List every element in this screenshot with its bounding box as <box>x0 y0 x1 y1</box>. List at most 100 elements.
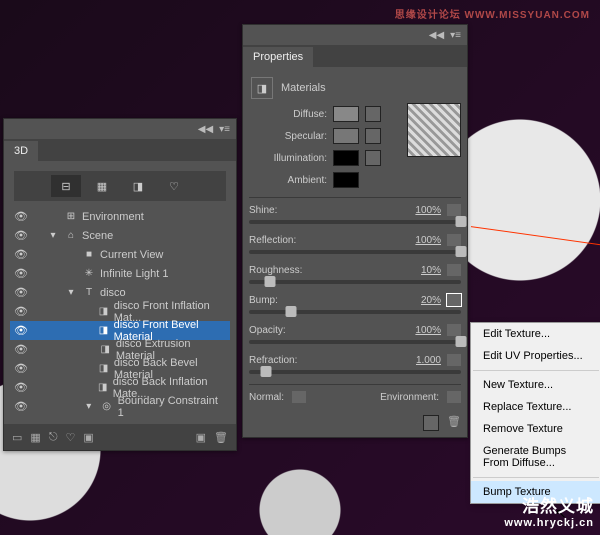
link-icon[interactable]: ⎋ <box>49 431 58 444</box>
render-icon[interactable]: ▣ <box>196 431 206 444</box>
tree-item[interactable]: 👁▾⌂Scene <box>10 226 230 245</box>
slider-shine: Shine: 100% <box>249 204 461 224</box>
slider-track[interactable] <box>249 220 461 224</box>
3d-toolbar: ⊟ ▦ ◨ ♡ <box>14 171 226 201</box>
camera-icon[interactable]: ▣ <box>83 431 93 444</box>
specular-folder-icon[interactable] <box>365 128 381 144</box>
visibility-eye-icon[interactable]: 👁 <box>14 248 28 261</box>
expand-icon[interactable]: ▾ <box>46 230 60 241</box>
materials-icon: ◨ <box>251 77 273 99</box>
slider-value[interactable]: 100% <box>391 205 441 216</box>
slider-opacity: Opacity:100% <box>249 324 461 344</box>
tab-3d[interactable]: 3D <box>4 141 38 161</box>
tree-item-label: disco <box>100 287 126 299</box>
expand-icon[interactable]: ▾ <box>64 287 78 298</box>
ambient-label: Ambient: <box>249 175 327 186</box>
filter-materials-icon[interactable]: ◨ <box>123 175 153 197</box>
menu-item[interactable]: Generate Bumps From Diffuse... <box>471 440 600 474</box>
ground-plane-icon[interactable]: ▭ <box>12 431 22 444</box>
slider-thumb[interactable] <box>260 366 271 377</box>
slider-folder-icon[interactable] <box>447 324 461 336</box>
trash-icon[interactable]: 🗑 <box>214 431 228 444</box>
illumination-swatch[interactable] <box>333 150 359 166</box>
slider-value[interactable]: 100% <box>391 325 441 336</box>
menu-item[interactable]: Remove Texture <box>471 418 600 440</box>
filter-meshes-icon[interactable]: ▦ <box>87 175 117 197</box>
diffuse-texture-icon[interactable] <box>365 106 381 122</box>
menu-item[interactable]: Edit UV Properties... <box>471 345 600 367</box>
menu-item[interactable]: Edit Texture... <box>471 323 600 345</box>
visibility-eye-icon[interactable]: 👁 <box>14 286 28 299</box>
slider-value[interactable]: 100% <box>391 235 441 246</box>
menu-item[interactable]: Replace Texture... <box>471 396 600 418</box>
expand-icon[interactable]: ▾ <box>82 401 96 412</box>
tree-item[interactable]: 👁 ▾ ◎ Boundary Constraint 1 <box>10 397 230 416</box>
visibility-eye-icon[interactable]: 👁 <box>14 400 28 413</box>
slider-track[interactable] <box>249 250 461 254</box>
panel-menu-icon[interactable]: ▾≡ <box>219 124 230 135</box>
mesh-icon[interactable]: ▦ <box>30 431 40 444</box>
slider-thumb[interactable] <box>456 246 467 257</box>
slider-label: Shine: <box>249 205 319 216</box>
trash-icon[interactable]: 🗑 <box>447 415 461 431</box>
filter-scene-icon[interactable]: ⊟ <box>51 175 81 197</box>
menu-item[interactable]: New Texture... <box>471 374 600 396</box>
filter-lights-icon[interactable]: ♡ <box>159 175 189 197</box>
visibility-eye-icon[interactable]: 👁 <box>14 381 28 394</box>
slider-thumb[interactable] <box>286 306 297 317</box>
slider-track[interactable] <box>249 340 461 344</box>
diffuse-swatch[interactable] <box>333 106 359 122</box>
tree-item[interactable]: 👁⊞Environment <box>10 207 230 226</box>
slider-track[interactable] <box>249 280 461 284</box>
watermark-bottom: 浩然义城 www.hryckj.cn <box>504 492 594 529</box>
3d-panel: ◀◀ ▾≡ 3D ⊟ ▦ ◨ ♡ 👁⊞Environment👁▾⌂Scene👁■… <box>3 118 237 451</box>
slider-folder-icon[interactable] <box>447 354 461 366</box>
diffuse-label: Diffuse: <box>249 109 327 120</box>
tree-item-label: Current View <box>100 249 163 261</box>
visibility-eye-icon[interactable]: 👁 <box>14 343 28 356</box>
visibility-eye-icon[interactable]: 👁 <box>14 229 28 242</box>
specular-swatch[interactable] <box>333 128 359 144</box>
visibility-eye-icon[interactable]: 👁 <box>14 324 28 337</box>
tree-item-label: Boundary Constraint 1 <box>118 395 226 419</box>
slider-folder-icon[interactable] <box>447 294 461 306</box>
collapse-icon[interactable]: ◀◀ <box>429 30 444 41</box>
illumination-folder-icon[interactable] <box>365 150 381 166</box>
slider-folder-icon[interactable] <box>447 204 461 216</box>
slider-folder-icon[interactable] <box>447 234 461 246</box>
item-type-icon: ◎ <box>100 401 114 412</box>
slider-thumb[interactable] <box>456 336 467 347</box>
visibility-eye-icon[interactable]: 👁 <box>14 305 28 318</box>
item-type-icon: ◨ <box>99 344 112 355</box>
slider-thumb[interactable] <box>265 276 276 287</box>
visibility-eye-icon[interactable]: 👁 <box>14 267 28 280</box>
reset-icon[interactable] <box>423 415 439 431</box>
slider-folder-icon[interactable] <box>447 264 461 276</box>
illumination-label: Illumination: <box>249 153 327 164</box>
normal-folder-icon[interactable] <box>292 391 306 403</box>
tree-item[interactable]: 👁■Current View <box>10 245 230 264</box>
panel-menu-icon[interactable]: ▾≡ <box>450 30 461 41</box>
collapse-icon[interactable]: ◀◀ <box>198 124 213 135</box>
tree-item-label: Infinite Light 1 <box>100 268 169 280</box>
slider-track[interactable] <box>249 310 461 314</box>
slider-thumb[interactable] <box>456 216 467 227</box>
item-type-icon: ⌂ <box>64 230 78 241</box>
specular-label: Specular: <box>249 131 327 142</box>
environment-folder-icon[interactable] <box>447 391 461 403</box>
material-preview[interactable] <box>407 103 461 157</box>
visibility-eye-icon[interactable]: 👁 <box>14 362 28 375</box>
slider-value[interactable]: 20% <box>391 295 441 306</box>
slider-label: Bump: <box>249 295 319 306</box>
item-type-icon: T <box>82 287 96 298</box>
tab-properties[interactable]: Properties <box>243 47 313 67</box>
ambient-swatch[interactable] <box>333 172 359 188</box>
panel-header: ◀◀ ▾≡ <box>243 25 467 45</box>
slider-track[interactable] <box>249 370 461 374</box>
tree-item[interactable]: 👁✳Infinite Light 1 <box>10 264 230 283</box>
visibility-eye-icon[interactable]: 👁 <box>14 210 28 223</box>
normal-label: Normal: <box>249 392 284 403</box>
light-icon[interactable]: ♡ <box>66 431 76 444</box>
slider-value[interactable]: 10% <box>391 265 441 276</box>
slider-value[interactable]: 1.000 <box>391 355 441 366</box>
